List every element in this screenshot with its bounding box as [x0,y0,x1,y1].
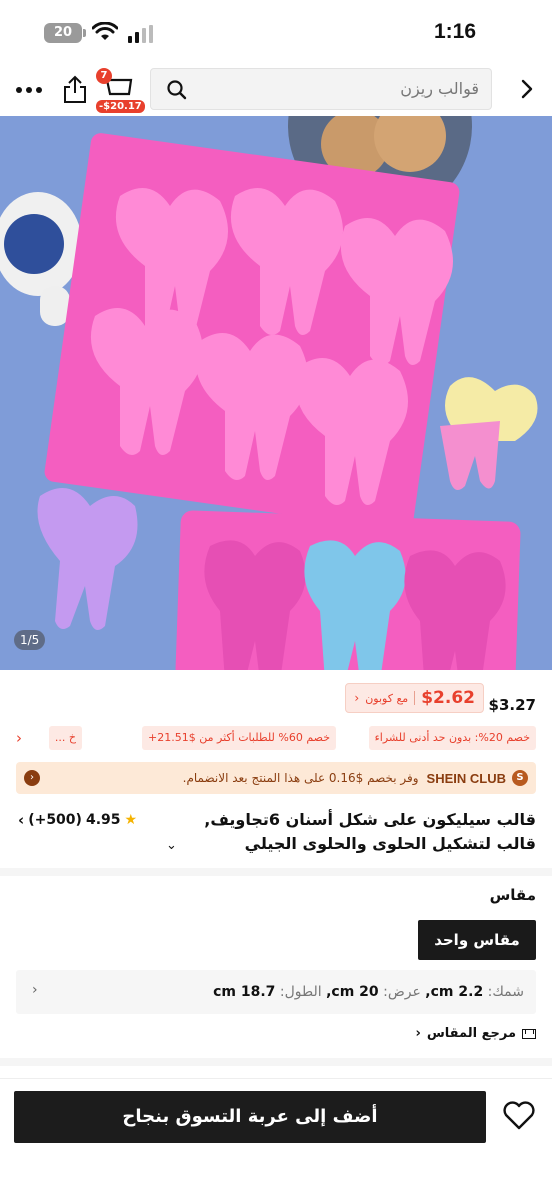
chevron-left-icon: ‹ [354,691,360,705]
coupon-price-pill[interactable]: $2.62 مع كوبون ‹ [345,683,484,713]
original-price: $3.27 [488,696,536,714]
review-count: (+500) [28,812,82,828]
thickness-label: شمك: [487,984,524,1000]
status-bar: 20 1:16 [0,0,552,62]
star-icon: ★ [124,812,138,828]
coupon-price: $2.62 [421,688,475,708]
product-photo [0,116,552,670]
size-guide-label: مرجع المقاس [426,1026,516,1041]
heart-icon[interactable] [502,1101,536,1131]
size-guide-link[interactable]: مرجع المقاس ‹ [415,1026,536,1041]
back-icon[interactable] [520,78,534,100]
ruler-icon [522,1028,536,1039]
search-query: قوالب ريزن [400,79,479,98]
search-input[interactable]: قوالب ريزن [150,68,492,110]
length-value: 18.7 cm [213,984,276,1000]
length-label: الطول: [279,984,322,1000]
cart-count-badge: 7 [96,68,112,84]
section-divider [0,868,552,876]
share-icon[interactable] [62,74,88,104]
chevron-left-icon: ‹ [24,770,40,786]
cart-button[interactable]: 7 -$20.17 [96,68,148,116]
promo-row[interactable]: خصم 20%: بدون حد أدنى للشراء خصم 60% للط… [0,726,552,752]
size-dimensions[interactable]: شمك: 2.2 cm, عرض: 20 cm, الطول: 18.7 cm … [16,970,536,1014]
product-title-block[interactable]: قالب سيليكون على شكل أسنان 6تجاويف, قالب… [0,808,552,860]
promo-tag[interactable]: خ ... [48,726,82,750]
chevron-left-icon: ‹ [18,811,25,829]
add-to-cart-button[interactable]: أضف إلى عربة التسوق بنجاح [14,1091,486,1143]
width-label: عرض: [383,984,421,1000]
club-offer-text: وفر بخصم $0.16 على هذا المنتج بعد الانضم… [182,771,419,785]
promo-tag[interactable]: خصم 60% للطلبات أكثر من $21.51+ [142,726,336,750]
wifi-icon [92,22,118,40]
coupon-label: مع كوبون [365,691,409,705]
club-logo-icon: S [512,770,528,786]
clock: 1:16 [433,20,476,43]
product-image[interactable]: 1/5 [0,116,552,670]
chevron-left-icon: ‹ [415,1026,421,1041]
search-icon [167,80,187,100]
top-nav: 7 -$20.17 قوالب ريزن [0,64,552,116]
chevron-left-icon[interactable]: ‹ [16,729,22,747]
chevron-down-icon[interactable]: ⌄ [166,838,177,853]
size-option-button[interactable]: مقاس واحد [418,920,536,960]
section-divider [0,1058,552,1066]
chevron-left-icon: ‹ [32,982,38,998]
shein-club-banner[interactable]: S SHEIN CLUB وفر بخصم $0.16 على هذا المن… [16,762,536,794]
rating-summary[interactable]: ‹ (+500) 4.95 ★ [18,811,137,829]
more-icon[interactable] [16,78,46,102]
cart-discount-badge: -$20.17 [96,100,145,113]
promo-tag[interactable]: خصم 20%: بدون حد أدنى للشراء [368,726,536,750]
rating-value: 4.95 [85,812,121,828]
club-brand: SHEIN CLUB [426,770,506,786]
battery-indicator: 20 [44,23,86,43]
size-section-label: مقاس [489,886,536,904]
coupon-divider [414,691,416,705]
dimensions-text: شمك: 2.2 cm, عرض: 20 cm, الطول: 18.7 cm [213,984,524,1000]
signal-icon [128,25,153,43]
thickness-value: 2.2 cm, [425,984,484,1000]
image-counter: 1/5 [14,630,46,650]
price-row: $3.27 $2.62 مع كوبون ‹ [0,680,552,716]
bottom-action-bar: أضف إلى عربة التسوق بنجاح [0,1078,552,1194]
width-value: 20 cm, [326,984,379,1000]
product-title: قالب سيليكون على شكل أسنان 6تجاويف, قالب… [204,810,536,853]
